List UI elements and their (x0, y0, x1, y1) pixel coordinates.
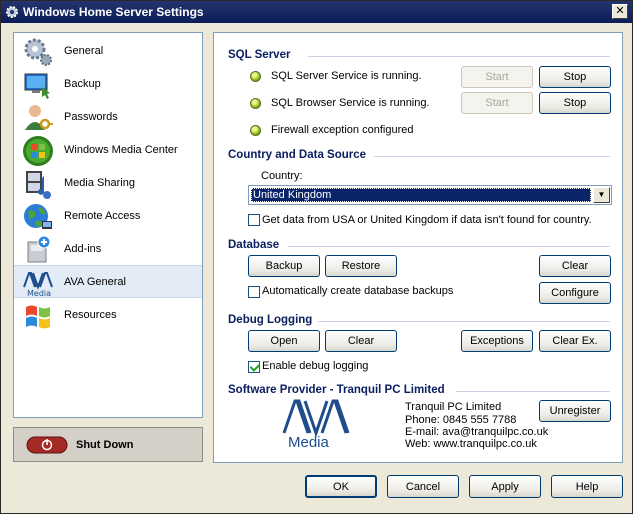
section-divider (308, 56, 610, 57)
provider-phone: Phone: 0845 555 7788 (405, 414, 517, 426)
power-icon (26, 436, 68, 454)
firewall-status: Firewall exception configured (271, 124, 414, 136)
database-heading: Database (228, 239, 280, 251)
debug-clear-exceptions-button[interactable]: Clear Ex. (539, 330, 611, 352)
nav-label: Windows Media Center (64, 144, 178, 156)
sql-service-start-button[interactable]: Start (461, 66, 533, 88)
nav-item-general[interactable]: General (14, 35, 202, 68)
nav-label: Add-ins (64, 243, 102, 255)
nav-item-media-sharing[interactable]: Media Sharing (14, 167, 202, 200)
auto-backup-label: Automatically create database backups (262, 285, 454, 297)
nav-item-backup[interactable]: Backup (14, 68, 202, 101)
status-led-icon (250, 125, 261, 136)
country-label: Country: (261, 170, 303, 182)
provider-company: Tranquil PC Limited (405, 401, 502, 413)
ava-general-panel: SQL Server SQL Server Service is running… (213, 32, 623, 463)
windows-flag-icon (26, 305, 50, 329)
status-led-icon (250, 98, 261, 109)
sql-service-stop-button[interactable]: Stop (539, 66, 611, 88)
close-button[interactable]: ✕ (612, 4, 628, 19)
provider-email: E-mail: ava@tranquilpc.co.uk (405, 426, 549, 438)
sql-browser-stop-button[interactable]: Stop (539, 92, 611, 114)
sql-browser-start-button[interactable]: Start (461, 92, 533, 114)
gears-icon (24, 38, 52, 66)
add-ins-icon (27, 235, 51, 263)
nav-label: Remote Access (64, 210, 141, 222)
nav-item-remote-access[interactable]: Remote Access (14, 200, 202, 233)
nav-label: General (64, 45, 104, 57)
cancel-button[interactable]: Cancel (387, 475, 459, 498)
settings-nav: General Backup Passwords Windows Media C… (13, 32, 203, 418)
sql-browser-status: SQL Browser Service is running. (271, 97, 430, 109)
nav-item-resources[interactable]: Resources (14, 299, 202, 332)
fallback-data-checkbox[interactable] (248, 214, 260, 226)
nav-label: Backup (64, 78, 101, 90)
gear-icon (6, 6, 18, 18)
sql-server-heading: SQL Server (228, 49, 291, 61)
enable-debug-checkbox[interactable] (248, 361, 260, 373)
status-led-icon (250, 71, 261, 82)
database-backup-button[interactable]: Backup (248, 255, 320, 277)
chevron-down-icon[interactable]: ▼ (593, 187, 610, 203)
apply-button[interactable]: Apply (469, 475, 541, 498)
software-provider-heading: Software Provider - Tranquil PC Limited (228, 384, 445, 396)
fallback-data-label: Get data from USA or United Kingdom if d… (262, 214, 592, 226)
window-title: Windows Home Server Settings (23, 5, 204, 19)
nav-label: AVA General (64, 276, 126, 288)
auto-backup-checkbox[interactable] (248, 286, 260, 298)
user-key-icon (25, 105, 53, 130)
debug-clear-button[interactable]: Clear (325, 330, 397, 352)
help-button[interactable]: Help (551, 475, 623, 498)
section-divider (374, 156, 610, 157)
nav-item-ava-general[interactable]: Media AVA General (14, 265, 202, 298)
shut-down-label: Shut Down (76, 439, 134, 451)
nav-label: Media Sharing (64, 177, 135, 189)
ok-button[interactable]: OK (305, 475, 377, 498)
enable-debug-label: Enable debug logging (262, 360, 369, 372)
media-sharing-icon (26, 171, 51, 199)
nav-item-windows-media-center[interactable]: Windows Media Center (14, 134, 202, 167)
country-selected-value: United Kingdom (251, 188, 591, 202)
logo-media-text: Media (288, 434, 330, 449)
database-restore-button[interactable]: Restore (325, 255, 397, 277)
backup-icon (24, 73, 50, 99)
country-heading: Country and Data Source (228, 149, 367, 161)
shut-down-button[interactable]: Shut Down (13, 427, 203, 462)
title-bar: Windows Home Server Settings ✕ (1, 1, 632, 23)
section-divider (456, 391, 610, 392)
unregister-button[interactable]: Unregister (539, 400, 611, 422)
database-clear-button[interactable]: Clear (539, 255, 611, 277)
windows-media-center-icon (23, 136, 53, 166)
ava-media-icon: Media (23, 272, 53, 298)
settings-window: Windows Home Server Settings ✕ General B… (0, 0, 633, 514)
svg-text:Media: Media (27, 289, 51, 298)
debug-open-button[interactable]: Open (248, 330, 320, 352)
nav-item-passwords[interactable]: Passwords (14, 101, 202, 134)
section-divider (318, 321, 610, 322)
database-configure-button[interactable]: Configure (539, 282, 611, 304)
provider-web: Web: www.tranquilpc.co.uk (405, 438, 537, 450)
debug-logging-heading: Debug Logging (228, 314, 313, 326)
debug-exceptions-button[interactable]: Exceptions (461, 330, 533, 352)
nav-label: Resources (64, 309, 117, 321)
section-divider (288, 246, 610, 247)
nav-label: Passwords (64, 111, 118, 123)
nav-item-add-ins[interactable]: Add-ins (14, 233, 202, 266)
country-select[interactable]: United Kingdom ▼ (248, 185, 612, 205)
sql-service-status: SQL Server Service is running. (271, 70, 422, 82)
ava-media-logo: Media (282, 399, 350, 449)
globe-icon (24, 204, 52, 229)
